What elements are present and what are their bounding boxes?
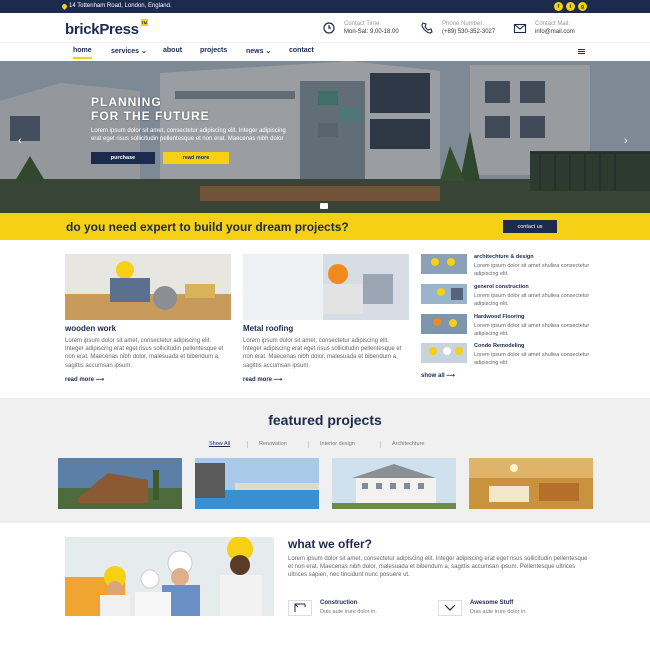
location-pin-icon (60, 2, 69, 10)
nav-news[interactable]: news ⌄ (246, 47, 271, 55)
side-service-text: Lorem ipsum dolor sit amet shuliea conse… (474, 323, 590, 337)
slider-prev-icon[interactable]: ‹ (18, 135, 22, 147)
read-more-button[interactable]: read more (163, 152, 229, 164)
project-thumbnail[interactable] (58, 458, 182, 509)
hero-slider: PLANNING FOR THE FUTURE Lorem ipsum dolo… (0, 61, 650, 213)
service-text-wooden-work: Lorem ipsum dolor sit amet, consectetur … (65, 338, 224, 369)
hero-title-line2: FOR THE FUTURE (91, 109, 210, 123)
feature-title: Construction (320, 600, 358, 606)
service-title-metal-roofing: Metal roofing (243, 324, 294, 333)
contact-mail-value[interactable]: info@mail.com (535, 28, 575, 36)
contact-phone: Phone Number: (+89) 530-352-3027 (421, 20, 496, 36)
contact-phone-value: (+89) 530-352-3027 (442, 29, 496, 35)
side-service-item[interactable]: architechture & design Lorem ipsum dolor… (421, 254, 591, 278)
side-service-title: Condo Remodeling (474, 343, 525, 349)
nav-home[interactable]: home (73, 47, 92, 59)
mail-icon (513, 23, 527, 34)
project-thumbnail[interactable] (195, 458, 319, 509)
side-service-text: Lorem ipsum dolor sit amet shuliea conse… (474, 293, 590, 307)
top-bar: 14 Tottenham Road, London, England. f t … (0, 0, 650, 13)
tab-divider (380, 441, 381, 448)
offer-text: Lorem ipsum dolor sit amet, consectetur … (288, 556, 588, 579)
service-text-metal-roofing: Lorem ipsum dolor sit amet, consectetur … (243, 338, 402, 369)
tab-divider (308, 441, 309, 448)
slider-next-icon[interactable]: › (624, 135, 628, 147)
contact-us-button[interactable]: contact us (503, 220, 557, 233)
purchase-button[interactable]: purchase (91, 152, 155, 164)
side-service-text: Lorem ipsum dolor sit amet shuliea conse… (474, 263, 590, 277)
hero-title: PLANNING FOR THE FUTURE (91, 95, 210, 123)
logo-text: brickPress (65, 21, 139, 38)
side-service-thumbnail (421, 254, 467, 274)
tab-divider (247, 441, 248, 448)
side-service-text: Lorem ipsum dolor sit amet shuliea conse… (474, 352, 590, 366)
project-thumbnail[interactable] (469, 458, 593, 509)
chevron-down-icon (438, 600, 462, 616)
feature-title: Awesome Stuff (470, 600, 514, 606)
tab-show-all[interactable]: Show All (209, 441, 230, 447)
side-service-thumbnail (421, 343, 467, 363)
nav-about[interactable]: about (163, 47, 182, 54)
hero-text: Lorem ipsum dolor sit amet, consectetur … (91, 128, 286, 142)
clock-icon (323, 22, 335, 34)
side-service-thumbnail (421, 314, 467, 334)
logo[interactable]: brickPress TM (65, 19, 148, 38)
contact-mail-label: Contact Mail: (535, 21, 571, 27)
side-service-title: generol construction (474, 284, 529, 290)
nav-contact[interactable]: contact (289, 47, 314, 54)
contact-mail: Contact Mail: info@mail.com (513, 20, 575, 36)
slider-indicator[interactable] (320, 203, 328, 209)
cta-banner: do you need expert to build your dream p… (0, 213, 650, 240)
service-title-wooden-work: wooden work (65, 324, 117, 333)
project-thumbnail[interactable] (332, 458, 456, 509)
tab-interior-design[interactable]: Interior design (320, 441, 355, 447)
social-links: f t g (554, 2, 587, 11)
google-plus-icon[interactable]: g (578, 2, 587, 11)
contact-time: Contact Time: Mon-Sat: 9.00-18.00 (323, 20, 399, 36)
facebook-icon[interactable]: f (554, 2, 563, 11)
tab-architechture[interactable]: Architechture (392, 441, 424, 447)
side-service-item[interactable]: Hardwood Flooring Lorem ipsum dolor sit … (421, 314, 591, 338)
featured-projects-section: featured projects Show All Renovation In… (0, 398, 650, 523)
feature-text: Duis aute irure dolor in. (320, 609, 377, 615)
metal-roofing-read-more-link[interactable]: read more ⟶ (243, 376, 282, 383)
side-service-item[interactable]: generol construction Lorem ipsum dolor s… (421, 284, 591, 308)
side-service-title: Hardwood Flooring (474, 314, 525, 320)
side-service-item[interactable]: Condo Remodeling Lorem ipsum dolor sit a… (421, 343, 591, 367)
workers-image (65, 537, 274, 616)
nav-projects[interactable]: projects (200, 47, 227, 54)
contact-phone-label: Phone Number: (442, 21, 485, 27)
logo-badge: TM (140, 19, 148, 26)
address-text: 14 Tottenham Road, London, England. (69, 3, 172, 9)
menu-icon[interactable] (578, 49, 585, 54)
cta-text: do you need expert to build your dream p… (66, 220, 349, 234)
phone-icon (421, 22, 433, 34)
contact-time-value: Mon-Sat: 9.00-18.00 (344, 29, 399, 35)
nav-services[interactable]: services ⌄ (111, 47, 147, 55)
wooden-work-image (65, 254, 231, 320)
address: 14 Tottenham Road, London, England. (60, 2, 172, 10)
metal-roofing-image (243, 254, 409, 320)
tab-renovation[interactable]: Renovation (259, 441, 287, 447)
featured-title: featured projects (268, 412, 382, 428)
feature-text: Duis aute irure dolor in. (470, 609, 527, 615)
side-service-thumbnail (421, 284, 467, 304)
main-nav: home services ⌄ about projects news ⌄ co… (0, 42, 650, 61)
twitter-icon[interactable]: t (566, 2, 575, 11)
hero-title-line1: PLANNING (91, 95, 162, 109)
contact-time-label: Contact Time: (344, 21, 382, 27)
show-all-link[interactable]: show all ⟶ (421, 372, 455, 379)
offer-title: what we offer? (288, 537, 373, 551)
wooden-work-read-more-link[interactable]: read more ⟶ (65, 376, 104, 383)
side-service-title: architechture & design (474, 254, 534, 260)
crane-icon (288, 600, 312, 616)
